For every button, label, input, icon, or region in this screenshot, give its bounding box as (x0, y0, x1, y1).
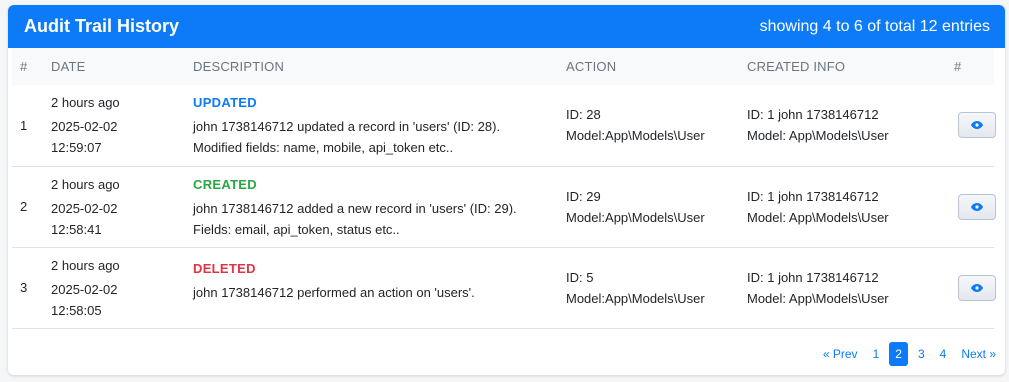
description-cell: CREATED john 1738146712 added a new reco… (185, 166, 558, 247)
action-id: ID: 29 (566, 188, 601, 204)
column-header-number: # (20, 59, 28, 74)
page-link-4[interactable]: 4 (935, 342, 952, 366)
table-header-row: # DATE DESCRIPTION ACTION CREATED INFO # (12, 48, 994, 85)
time-value: 12:58:41 (51, 221, 102, 237)
page-link-1[interactable]: 1 (868, 342, 885, 366)
row-number: 2 (20, 199, 28, 214)
date-cell: 2 hours ago 2025-02-02 12:58:41 (43, 166, 185, 247)
created-model: Model: App\Models\User (747, 128, 889, 144)
created-info-cell: ID: 1 john 1738146712 Model: App\Models\… (739, 166, 946, 247)
action-model: Model:App\Models\User (566, 290, 705, 306)
row-number: 3 (20, 280, 28, 295)
next-page-link[interactable]: Next » (956, 342, 1001, 366)
column-header-description: DESCRIPTION (193, 59, 285, 74)
description-line: john 1738146712 added a new record in 'u… (193, 200, 517, 216)
created-by: ID: 1 john 1738146712 (747, 269, 879, 285)
prev-page-link[interactable]: « Prev (818, 342, 863, 366)
description-fields: Modified fields: name, mobile, api_token… (193, 140, 454, 156)
action-model: Model:App\Models\User (566, 209, 705, 225)
action-cell: ID: 28 Model:App\Models\User (558, 85, 739, 166)
created-by: ID: 1 john 1738146712 (747, 188, 879, 204)
view-cell (946, 85, 996, 166)
page-link-3[interactable]: 3 (913, 342, 930, 366)
action-model: Model:App\Models\User (566, 128, 705, 144)
table-row: 2 2 hours ago 2025-02-02 12:58:41 CREATE… (12, 166, 996, 247)
view-cell (946, 247, 996, 328)
action-cell: ID: 5 Model:App\Models\User (558, 247, 739, 328)
table-row: 1 2 hours ago 2025-02-02 12:59:07 UPDATE… (12, 85, 996, 166)
column-header-action: ACTION (566, 59, 617, 74)
view-button[interactable] (958, 193, 996, 220)
created-model: Model: App\Models\User (747, 290, 889, 306)
column-header-date: DATE (51, 59, 86, 74)
created-model: Model: App\Models\User (747, 209, 889, 225)
date-cell: 2 hours ago 2025-02-02 12:59:07 (43, 85, 185, 166)
event-type-label: CREATED (193, 176, 257, 192)
time-ago: 2 hours ago (51, 257, 120, 273)
created-info-cell: ID: 1 john 1738146712 Model: App\Models\… (739, 247, 946, 328)
audit-trail-card: Audit Trail History showing 4 to 6 of to… (8, 5, 1005, 375)
action-cell: ID: 29 Model:App\Models\User (558, 166, 739, 247)
table-row: 3 2 hours ago 2025-02-02 12:58:05 DELETE… (12, 247, 996, 328)
row-number: 1 (20, 117, 28, 133)
action-id: ID: 5 (566, 269, 594, 285)
time-value: 12:58:05 (51, 302, 102, 318)
time-ago: 2 hours ago (51, 176, 120, 192)
action-id: ID: 28 (566, 107, 601, 123)
column-header-view: # (954, 59, 962, 74)
description-line: john 1738146712 performed an action on '… (193, 285, 475, 300)
event-type-label: UPDATED (193, 95, 257, 111)
eye-icon (971, 121, 983, 130)
event-type-label: DELETED (193, 261, 256, 276)
date-value: 2025-02-02 (51, 200, 118, 216)
time-value: 12:59:07 (51, 140, 102, 156)
description-line: john 1738146712 updated a record in 'use… (193, 119, 501, 135)
description-fields: Fields: email, api_token, status etc.. (193, 221, 400, 237)
created-by: ID: 1 john 1738146712 (747, 107, 879, 123)
eye-icon (971, 283, 983, 292)
view-button[interactable] (958, 112, 996, 139)
eye-icon (971, 202, 983, 211)
date-value: 2025-02-02 (51, 119, 118, 135)
created-info-cell: ID: 1 john 1738146712 Model: App\Models\… (739, 85, 946, 166)
description-cell: DELETED john 1738146712 performed an act… (185, 247, 558, 328)
card-header: Audit Trail History showing 4 to 6 of to… (8, 5, 1005, 48)
view-cell (946, 166, 996, 247)
pagination: « Prev 1 2 3 4 Next » (813, 342, 1001, 366)
column-header-created-info: CREATED INFO (747, 59, 846, 74)
date-value: 2025-02-02 (51, 281, 118, 297)
entries-summary: showing 4 to 6 of total 12 entries (759, 17, 990, 35)
page-link-2-active[interactable]: 2 (889, 342, 908, 366)
audit-table: # DATE DESCRIPTION ACTION CREATED INFO #… (12, 48, 996, 329)
page-title: Audit Trail History (24, 16, 180, 36)
time-ago: 2 hours ago (51, 95, 120, 111)
description-cell: UPDATED john 1738146712 updated a record… (185, 85, 558, 166)
date-cell: 2 hours ago 2025-02-02 12:58:05 (43, 247, 185, 328)
view-button[interactable] (958, 274, 996, 301)
